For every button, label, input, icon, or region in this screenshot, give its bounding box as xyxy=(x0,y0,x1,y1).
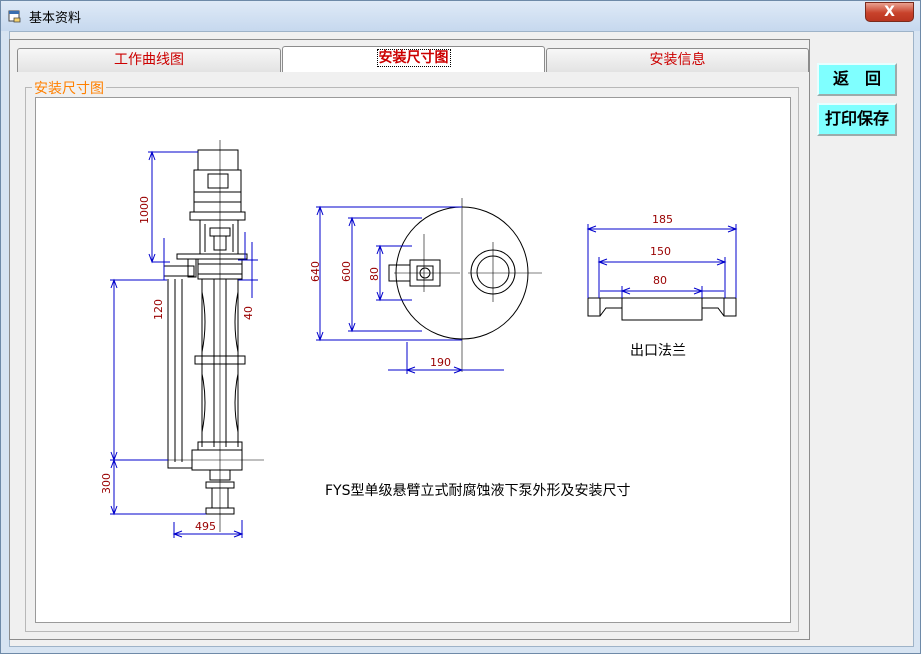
tab-work-curve[interactable]: 工作曲线图 xyxy=(17,48,281,72)
flange-label: 出口法兰 xyxy=(630,343,686,359)
tab-install-dimensions[interactable]: 安装尺寸图 xyxy=(282,46,545,72)
dim-185-label: 185 xyxy=(652,213,673,226)
dim-40-label: 40 xyxy=(242,306,255,320)
window-title: 基本资料 xyxy=(29,11,82,26)
dim-80-plan-label: 80 xyxy=(368,267,381,281)
installation-drawing: 1000 120 40 300 495 640 600 80 190 185 1… xyxy=(100,140,738,538)
dim-80-flange-label: 80 xyxy=(653,274,667,287)
dim-150-label: 150 xyxy=(650,245,671,258)
pump-dimension-lines xyxy=(110,150,258,538)
title-bar: 基本资料 X xyxy=(1,1,920,31)
dim-640-label: 640 xyxy=(309,261,322,282)
flange-view xyxy=(587,297,737,321)
tab-install-dimensions-label: 安装尺寸图 xyxy=(376,49,451,67)
close-icon: X xyxy=(884,4,895,20)
pump-centerlines xyxy=(142,140,264,532)
print-save-button[interactable]: 打印保存 xyxy=(817,103,897,136)
tab-work-curve-label: 工作曲线图 xyxy=(114,52,184,68)
pump-outline xyxy=(163,149,248,515)
dim-120-label: 120 xyxy=(152,299,165,320)
plan-centerlines xyxy=(394,198,542,372)
flange-dimension-labels: 185 150 80 xyxy=(650,213,673,287)
tab-install-info[interactable]: 安装信息 xyxy=(546,48,809,72)
dim-300-label: 300 xyxy=(100,473,113,494)
back-button[interactable]: 返 回 xyxy=(817,63,897,96)
plan-dimension-labels: 640 600 80 190 xyxy=(309,261,451,369)
dim-190-label: 190 xyxy=(430,356,451,369)
app-icon xyxy=(8,10,21,23)
window: 基本资料 X 工作曲线图 安装尺寸图 安装信息 安装尺寸图 1000 120 4… xyxy=(0,0,921,654)
dim-495-label: 495 xyxy=(195,520,216,533)
drawing-caption: FYS型单级悬臂立式耐腐蚀液下泵外形及安装尺寸 xyxy=(325,482,631,499)
close-button[interactable]: X xyxy=(865,2,914,22)
dim-1000-label: 1000 xyxy=(138,196,151,224)
group-legend: 安装尺寸图 xyxy=(32,78,106,98)
drawing-area: 1000 120 40 300 495 640 600 80 190 185 1… xyxy=(35,97,791,623)
dim-600-label: 600 xyxy=(340,261,353,282)
tab-install-info-label: 安装信息 xyxy=(649,52,706,68)
